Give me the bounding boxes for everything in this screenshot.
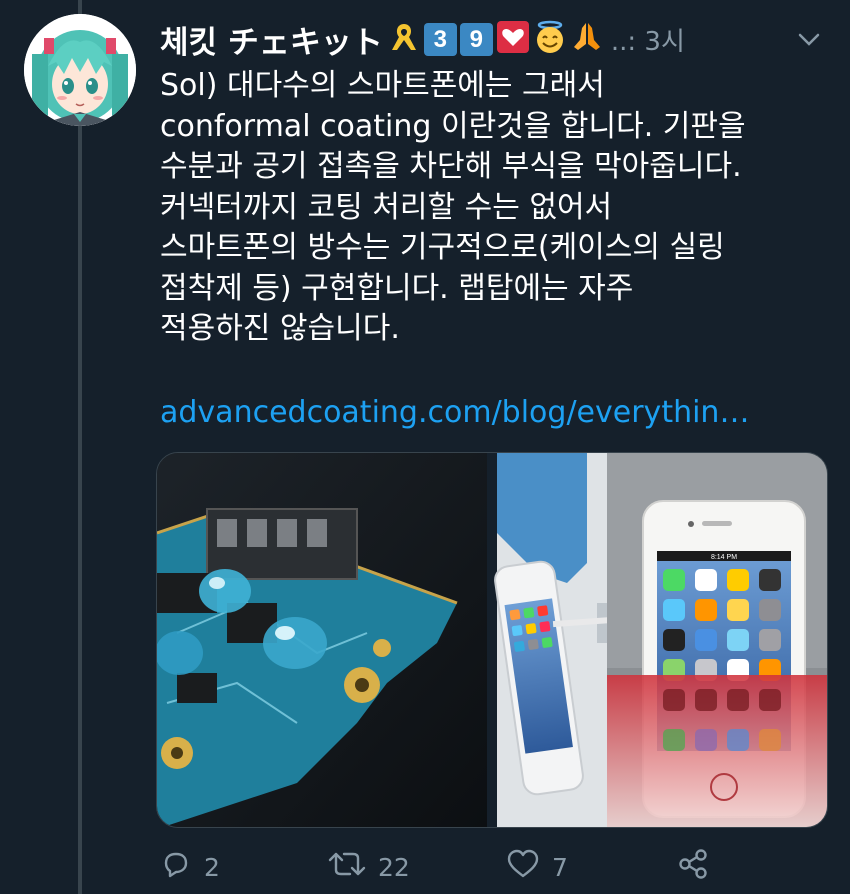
share-button[interactable] xyxy=(676,848,722,886)
reply-icon xyxy=(160,848,204,886)
tweet-body-line: 접착제 등) 구현합니다. 랩탑에는 자주 xyxy=(160,270,634,306)
tweet-actions: 2 22 7 xyxy=(160,848,840,888)
tweet-body-line: 커넥터까지 코팅 처리할 수는 없어서 xyxy=(160,189,613,225)
timestamp[interactable]: ..: 3시 xyxy=(611,21,685,58)
chevron-down-icon[interactable] xyxy=(794,24,824,54)
ribbon-icon xyxy=(387,20,421,58)
tweet-body-line: conformal coating 이란것을 합니다. 기판을 xyxy=(160,108,746,144)
keycap-3-badge: 3 xyxy=(423,22,457,56)
halo-smile-icon xyxy=(533,20,567,58)
circuit-board-image xyxy=(157,453,487,827)
share-icon xyxy=(676,848,722,886)
praying-hands-icon xyxy=(570,20,604,58)
tweet-header: 체킷 チェキット 3 9 ..: 3시 xyxy=(160,16,832,62)
tweet-media[interactable]: 8:14 PM xyxy=(156,452,828,828)
tweet-body-line: 스마트폰의 방수는 기구적으로(케이스의 실링 xyxy=(160,230,725,265)
name-emoji-row: 3 9 xyxy=(387,20,607,58)
tweet-body: Sol) 대다수의 스마트폰에는 그래서 conformal coating 이… xyxy=(160,66,840,350)
heart-icon xyxy=(496,20,530,58)
keycap-9-badge: 9 xyxy=(459,22,493,56)
phone-status-time: 8:14 PM xyxy=(711,554,737,561)
like-button[interactable]: 7 xyxy=(506,848,568,886)
retweet-button[interactable]: 22 xyxy=(328,848,410,886)
tweet-body-line: 적용하진 않습니다. xyxy=(160,311,400,346)
tweet[interactable]: 체킷 チェキット 3 9 ..: 3시 Sol) 대다수의 스마트폰에는 그래서… xyxy=(0,0,850,894)
phone-liquid-image: 8:14 PM xyxy=(607,453,827,827)
reply-count: 2 xyxy=(204,852,220,882)
like-icon xyxy=(506,848,552,886)
tweet-body-line: 수분과 공기 접촉을 차단해 부식을 막아줍니다. xyxy=(160,149,742,184)
tweet-body-line: Sol) 대다수의 스마트폰에는 그래서 xyxy=(160,68,605,103)
retweet-icon xyxy=(328,848,378,886)
like-count: 7 xyxy=(552,852,568,882)
display-name[interactable]: 체킷 チェキット xyxy=(160,17,383,62)
tweet-link[interactable]: advancedcoating.com/blog/everythin… xyxy=(160,395,749,430)
avatar[interactable] xyxy=(24,14,136,126)
retweet-count: 22 xyxy=(378,852,410,882)
thread-line xyxy=(78,0,82,894)
phone-test-image xyxy=(494,453,614,827)
reply-button[interactable]: 2 xyxy=(160,848,220,886)
